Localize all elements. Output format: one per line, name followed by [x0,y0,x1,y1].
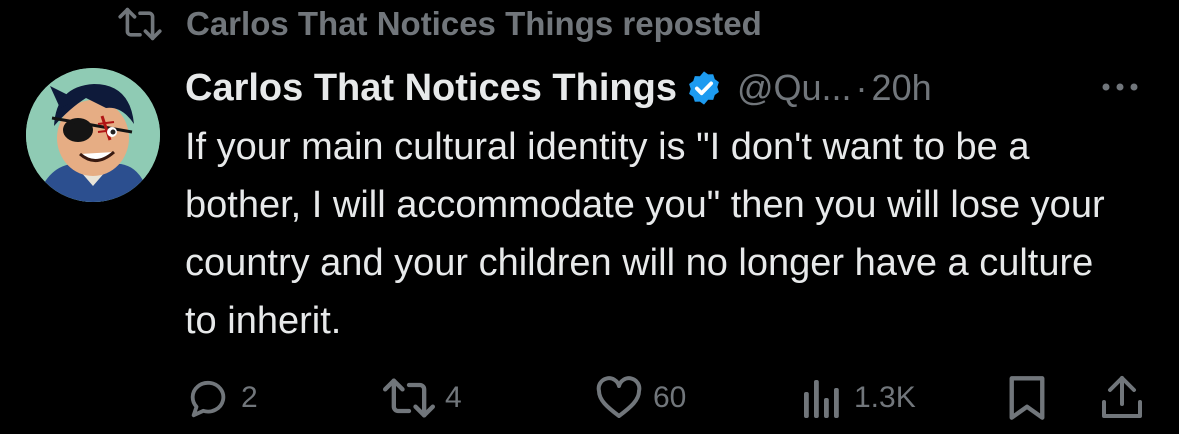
reply-button[interactable]: 2 [185,372,258,424]
more-options-icon[interactable] [1095,72,1145,102]
tweet-header: Carlos That Notices Things @Qu... · 20h [185,62,1155,114]
verified-badge-icon[interactable] [685,68,725,108]
social-context[interactable]: Carlos That Notices Things reposted [118,4,762,44]
timestamp[interactable]: 20h [872,67,932,109]
repost-count: 4 [445,381,462,414]
author-handle[interactable]: @Qu... [737,67,852,109]
separator-dot: · [855,67,868,108]
views-button[interactable]: 1.3K [800,372,916,424]
action-bar: 2 4 60 1.3K [185,372,1150,424]
like-button[interactable]: 60 [595,372,686,424]
share-button[interactable] [1100,372,1144,424]
repost-icon [383,376,435,420]
bookmark-button[interactable] [1007,372,1047,424]
repost-button[interactable]: 4 [383,372,462,424]
social-context-text: Carlos That Notices Things reposted [186,5,762,42]
bar-chart-icon [800,376,844,420]
avatar[interactable] [26,68,160,202]
view-count: 1.3K [854,381,916,414]
bookmark-icon [1007,374,1047,422]
author-display-name[interactable]: Carlos That Notices Things [185,67,677,110]
share-icon [1100,374,1144,422]
tweet-text: If your main cultural identity is "I don… [185,126,1105,342]
heart-icon [595,376,643,420]
like-count: 60 [653,381,687,414]
repost-icon [118,4,162,44]
reply-icon [185,375,231,421]
reply-count: 2 [241,381,258,414]
